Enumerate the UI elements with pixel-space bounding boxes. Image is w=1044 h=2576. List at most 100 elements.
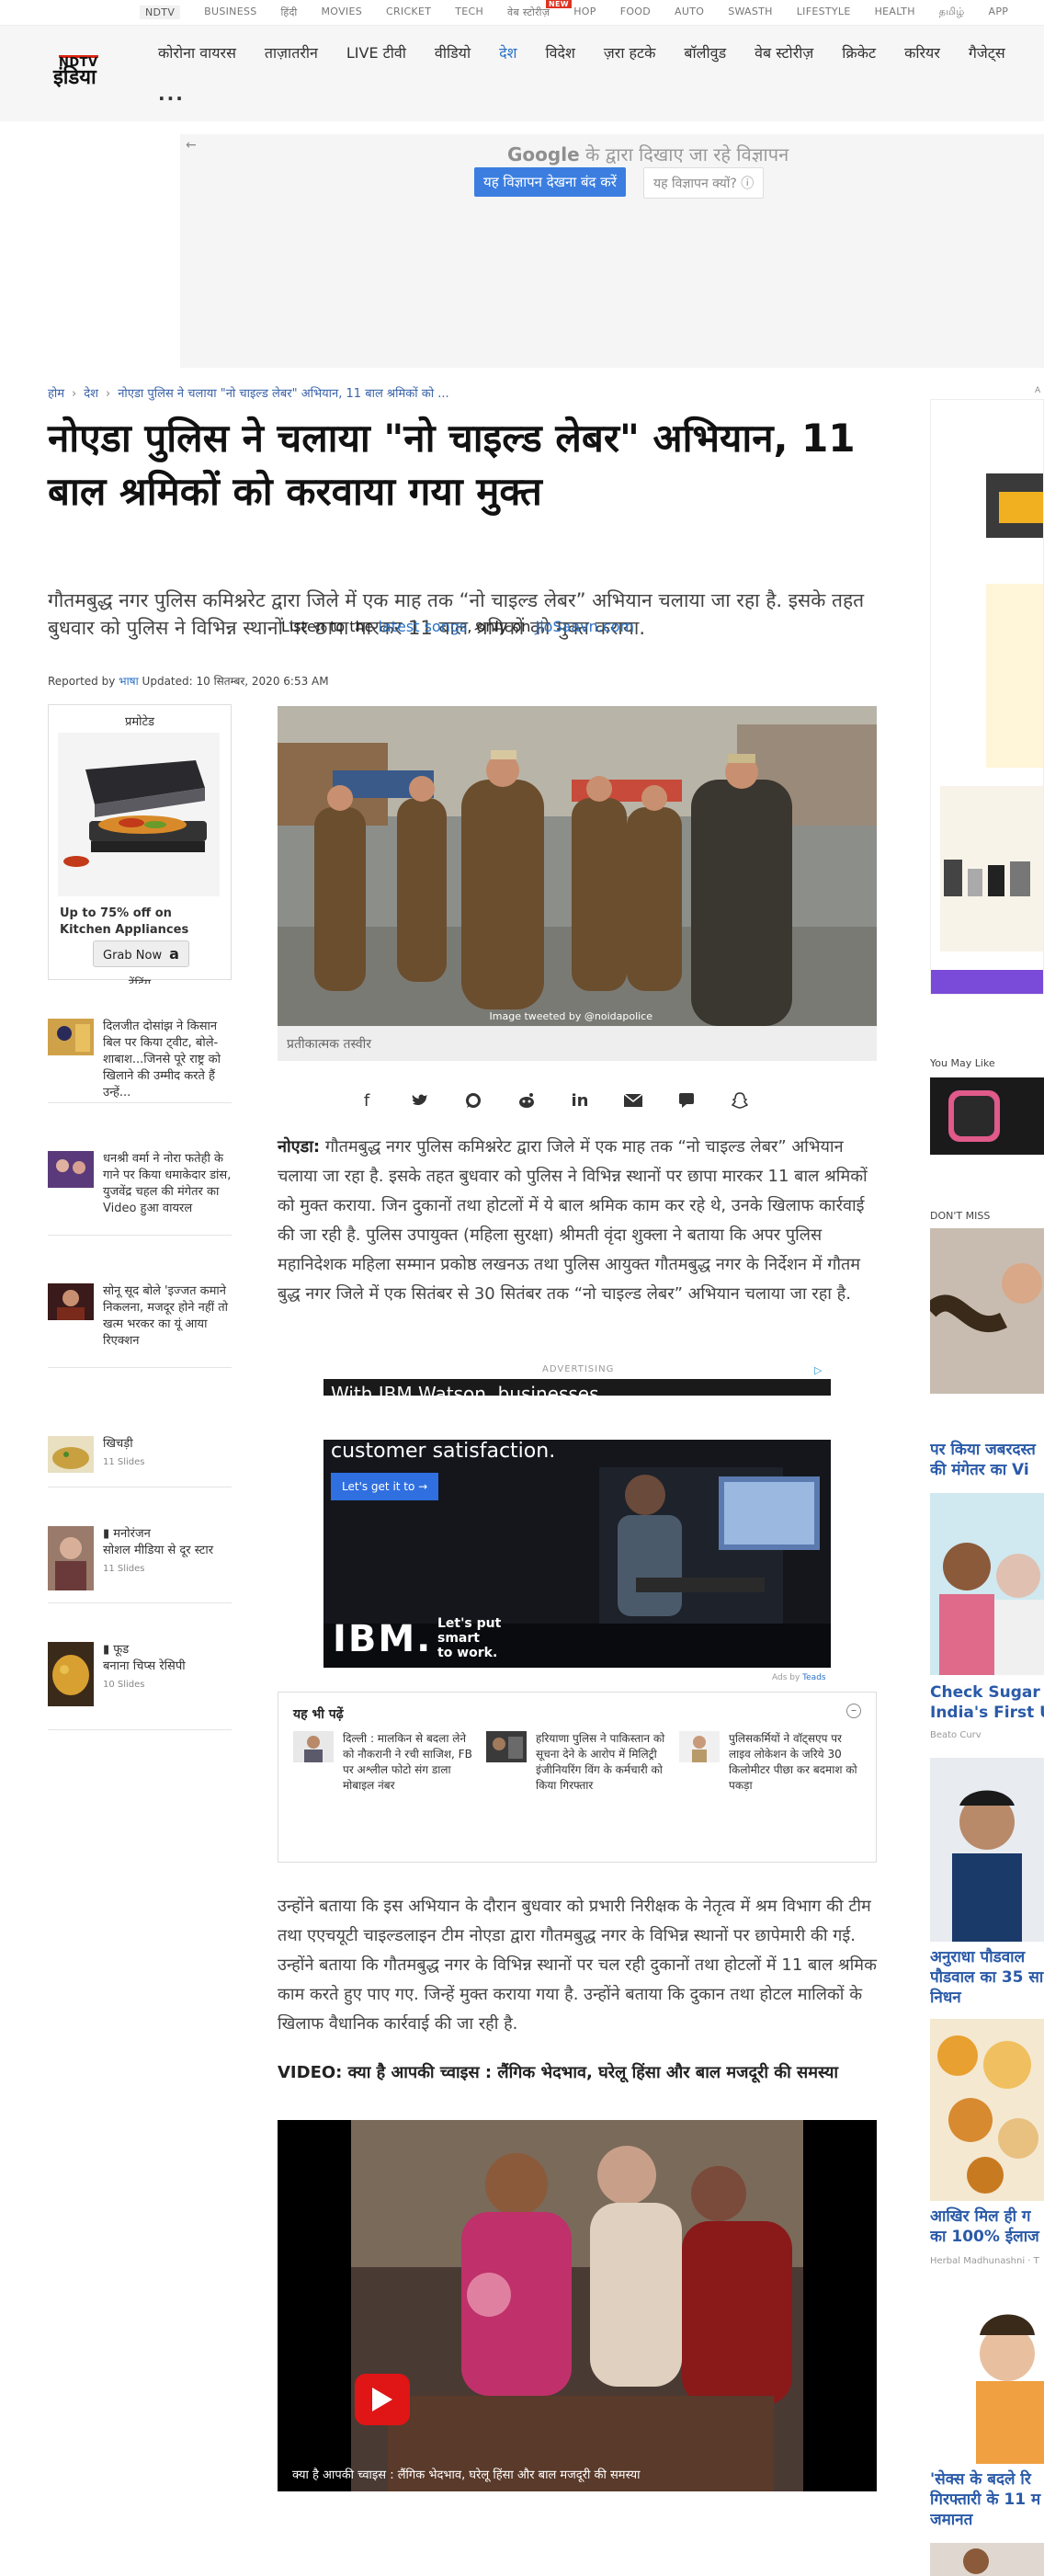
whatsapp-icon[interactable] bbox=[461, 1089, 485, 1112]
top-strip-item[interactable]: தமிழ் bbox=[939, 6, 965, 19]
more-menu-button[interactable]: ... bbox=[158, 83, 185, 105]
breadcrumb-home[interactable]: होम bbox=[48, 387, 64, 401]
right-rail-ad[interactable] bbox=[930, 399, 1044, 995]
top-strip-item[interactable]: HOP bbox=[573, 6, 596, 19]
photo-story[interactable]: खिचड़ी 11 Slides bbox=[48, 1436, 232, 1487]
rail-story-title[interactable]: Check Sugar L bbox=[930, 1682, 1044, 1703]
why-this-ad-button[interactable]: यह विज्ञापन क्यों? ⓘ bbox=[643, 167, 765, 199]
nav-item[interactable]: करियर bbox=[904, 42, 940, 63]
top-strip-item[interactable]: CRICKET bbox=[386, 6, 431, 19]
rail-story-title[interactable]: पौडवाल का 35 सा bbox=[930, 1967, 1044, 1988]
nav-item[interactable]: देश bbox=[499, 42, 516, 63]
nav-item[interactable]: विदेश bbox=[545, 42, 574, 63]
side-story-text: ▮ फूड बनाना चिप्स रेसिपी 10 Slides bbox=[103, 1642, 232, 1693]
side-story[interactable]: सोनू सूद बोले 'इज्जत कमाने निकलना, मजदूर… bbox=[48, 1283, 232, 1368]
rail-story-title[interactable]: पर किया जबरदस्त bbox=[930, 1440, 1044, 1460]
latest-songs-link[interactable]: latest songs bbox=[379, 618, 468, 635]
rail-story-title[interactable]: की मंगेतर का Vi bbox=[930, 1460, 1044, 1480]
top-strip-item[interactable]: वेब स्टोरीज़ NEW bbox=[507, 0, 572, 19]
play-button[interactable] bbox=[355, 2374, 410, 2425]
back-arrow-icon[interactable]: ← bbox=[186, 138, 197, 153]
teads-link[interactable]: Teads bbox=[802, 1673, 825, 1682]
top-strip-item[interactable]: AUTO bbox=[675, 6, 704, 19]
side-story[interactable]: धनश्री वर्मा ने नोरा फतेही के गाने पर कि… bbox=[48, 1151, 232, 1236]
trending-label: ट्रेंडिंग bbox=[48, 975, 232, 984]
rail-story-title[interactable]: आखिर मिल ही ग bbox=[930, 2206, 1044, 2227]
top-strip-item[interactable]: NDTV bbox=[140, 6, 181, 19]
top-strip-item[interactable]: SWASTH bbox=[728, 6, 773, 19]
story-thumbnail bbox=[293, 1731, 334, 1762]
top-strip-item[interactable]: TECH bbox=[455, 6, 483, 19]
you-may-like-label: You May Like bbox=[930, 1057, 995, 1069]
ads-by-teads: Ads by Teads bbox=[772, 1673, 826, 1682]
ibm-video-ad[interactable]: customer satisfaction. Let's get it to →… bbox=[323, 1440, 831, 1668]
nav-item[interactable]: ज़रा हटके bbox=[604, 42, 656, 63]
grab-now-button[interactable]: Grab Now a bbox=[93, 940, 189, 967]
reddit-icon[interactable] bbox=[515, 1089, 539, 1112]
top-strip-item[interactable]: HEALTH bbox=[875, 6, 915, 19]
agency-link[interactable]: भाषा bbox=[119, 675, 139, 688]
rail-story-image[interactable] bbox=[930, 2019, 1044, 2201]
promoted-card[interactable]: प्रमोटेड Up to 75% off on Kitchen Applia… bbox=[48, 704, 232, 980]
jiosaavn-link[interactable]: JioSaavn.com bbox=[535, 618, 634, 635]
rail-story-title[interactable]: India's First US bbox=[930, 1703, 1044, 1723]
rail-story-title[interactable]: गिरफ्तारी के 11 म bbox=[930, 2490, 1044, 2510]
rail-story-title[interactable]: अनुराधा पौडवाल bbox=[930, 1947, 1044, 1967]
article-hero-image[interactable]: Image tweeted by @noidapolice bbox=[278, 706, 877, 1026]
video-thumbnail bbox=[351, 2120, 803, 2491]
side-story[interactable]: दिलजीत दोसांझ ने किसान बिल पर किया ट्वीट… bbox=[48, 1019, 232, 1103]
ibm-cta-button[interactable]: Let's get it to → bbox=[331, 1473, 439, 1500]
top-strip-item[interactable]: MOVIES bbox=[322, 6, 362, 19]
promo-text: Up to 75% off on Kitchen Appliances bbox=[60, 906, 189, 937]
jiosaavn-pre: Listen to the bbox=[281, 618, 379, 635]
rail-story-title[interactable]: 'सेक्स के बदले रि bbox=[930, 2469, 1044, 2490]
rail-story-title[interactable]: का 100% ईलाज bbox=[930, 2227, 1044, 2247]
chevron-right-icon: › bbox=[72, 387, 77, 401]
nav-item[interactable]: ताज़ातरीन bbox=[265, 42, 318, 63]
top-strip-item[interactable]: LIFESTYLE bbox=[797, 6, 851, 19]
chevron-right-icon: › bbox=[106, 387, 111, 401]
email-icon[interactable] bbox=[621, 1089, 645, 1112]
top-strip-item[interactable]: APP bbox=[989, 6, 1009, 19]
updated-timestamp: Updated: 10 सितम्बर, 2020 6:53 AM bbox=[138, 675, 329, 688]
you-may-like-image[interactable] bbox=[930, 1077, 1044, 1155]
photo-story-title: ▮ मनोरंजन सोशल मीडिया से दूर स्टार bbox=[103, 1527, 214, 1557]
breadcrumb-desh[interactable]: देश bbox=[84, 387, 98, 401]
nav-item[interactable]: क्रिकेट bbox=[842, 42, 876, 63]
top-strip-item[interactable]: BUSINESS bbox=[204, 6, 256, 19]
nav-item[interactable]: गैजेट्स bbox=[969, 42, 1005, 63]
rail-story-image[interactable] bbox=[930, 2543, 1044, 2576]
stop-seeing-ad-button[interactable]: यह विज्ञापन देखना बंद करें bbox=[474, 167, 626, 197]
rail-story-title[interactable]: जमानत bbox=[930, 2510, 1044, 2530]
also-read-text: दिल्ली : मालकिन से बदला लेने को नौकरानी … bbox=[343, 1732, 472, 1792]
twitter-icon[interactable] bbox=[408, 1089, 432, 1112]
nav-item[interactable]: LIVE टीवी bbox=[346, 42, 406, 63]
slides-count: 10 Slides bbox=[103, 1680, 145, 1690]
rail-story-image[interactable] bbox=[930, 1758, 1044, 1942]
facebook-icon[interactable]: f bbox=[355, 1089, 379, 1112]
video-player[interactable]: क्या है आपकी च्वाइस : लैंगिक भेदभाव, घरे… bbox=[278, 2120, 877, 2491]
amazon-icon: a bbox=[169, 945, 179, 963]
dont-miss-image[interactable] bbox=[930, 1228, 1044, 1394]
nav-item[interactable]: वेब स्टोरीज़ bbox=[755, 42, 813, 63]
rail-story-title[interactable]: निधन bbox=[930, 1988, 1044, 2008]
collapse-icon[interactable]: – bbox=[846, 1704, 861, 1718]
rail-story-image[interactable] bbox=[930, 1493, 1044, 1675]
photo-story[interactable]: ▮ फूड बनाना चिप्स रेसिपी 10 Slides bbox=[48, 1642, 232, 1730]
comment-icon[interactable] bbox=[675, 1089, 698, 1112]
rail-story-image[interactable] bbox=[930, 2280, 1044, 2464]
ad-choices-icon[interactable]: ▷ bbox=[814, 1364, 822, 1376]
top-strip-item[interactable]: हिंदी bbox=[281, 6, 298, 19]
nav-item[interactable]: बॉलीवुड bbox=[684, 42, 726, 63]
byline: Reported by भाषा Updated: 10 सितम्बर, 20… bbox=[48, 673, 329, 689]
linkedin-icon[interactable]: in bbox=[568, 1089, 592, 1112]
top-strip-item[interactable]: FOOD bbox=[620, 6, 651, 19]
site-header: NDTV इंडिया कोरोना वायरस ताज़ातरीन LIVE टी… bbox=[0, 26, 1044, 121]
ibm-ad-banner-top[interactable]: With IBM Watson, businesses bbox=[323, 1379, 831, 1396]
snapchat-icon[interactable] bbox=[728, 1089, 752, 1112]
grill-product-image[interactable] bbox=[58, 733, 220, 896]
nav-item[interactable]: कोरोना वायरस bbox=[158, 42, 236, 63]
nav-item[interactable]: वीडियो bbox=[435, 42, 471, 63]
photo-story[interactable]: ▮ मनोरंजन सोशल मीडिया से दूर स्टार 11 Sli… bbox=[48, 1526, 232, 1603]
story-thumbnail bbox=[486, 1731, 527, 1762]
